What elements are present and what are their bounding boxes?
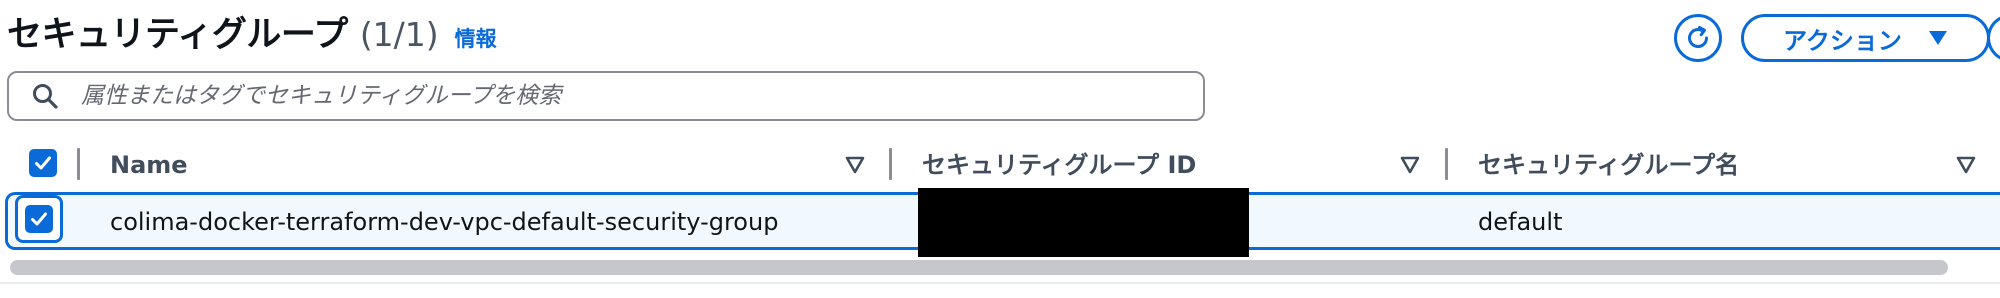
column-divider[interactable] xyxy=(889,148,892,180)
caret-down-icon xyxy=(1928,31,1947,45)
column-divider[interactable] xyxy=(1445,148,1448,180)
table-header: Name セキュリティグループ ID セキュリティグループ名 xyxy=(0,140,2000,190)
check-icon xyxy=(35,156,51,170)
sort-caret-icon[interactable] xyxy=(1956,155,1976,175)
search-icon xyxy=(31,81,61,111)
refresh-icon xyxy=(1688,26,1708,48)
column-header-name[interactable]: Name xyxy=(110,148,188,182)
check-icon xyxy=(31,212,47,226)
scrollbar-thumb[interactable] xyxy=(10,260,1948,275)
actions-dropdown-button[interactable]: アクション xyxy=(1741,14,1990,62)
column-header-security-group-id[interactable]: セキュリティグループ ID xyxy=(922,148,1196,182)
cell-security-group-name: default xyxy=(1478,208,1563,236)
security-groups-table: Name セキュリティグループ ID セキュリティグループ名 colima-do… xyxy=(0,140,2000,298)
redacted-block xyxy=(918,188,1249,257)
refresh-button[interactable] xyxy=(1674,14,1722,62)
page-title: セキュリティグループ xyxy=(7,15,348,55)
search-box[interactable] xyxy=(7,71,1205,121)
sort-caret-icon[interactable] xyxy=(1400,155,1420,175)
overflow-button[interactable] xyxy=(1987,14,2000,62)
search-input[interactable] xyxy=(81,83,1181,109)
sort-caret-icon[interactable] xyxy=(845,155,865,175)
title-group: セキュリティグループ (1/1) 情報 xyxy=(7,10,497,60)
page-header: セキュリティグループ (1/1) 情報 アクション xyxy=(0,0,2000,70)
select-all-checkbox[interactable] xyxy=(29,149,57,177)
row-select-checkbox[interactable] xyxy=(25,205,53,233)
cell-name: colima-docker-terraform-dev-vpc-default-… xyxy=(110,208,779,236)
info-link[interactable]: 情報 xyxy=(455,14,497,64)
selection-count: (1/1) xyxy=(359,15,439,54)
column-divider[interactable] xyxy=(77,148,80,180)
table-bottom-border xyxy=(0,282,2000,284)
actions-label: アクション xyxy=(1783,26,1902,55)
column-header-security-group-name[interactable]: セキュリティグループ名 xyxy=(1478,148,1739,182)
